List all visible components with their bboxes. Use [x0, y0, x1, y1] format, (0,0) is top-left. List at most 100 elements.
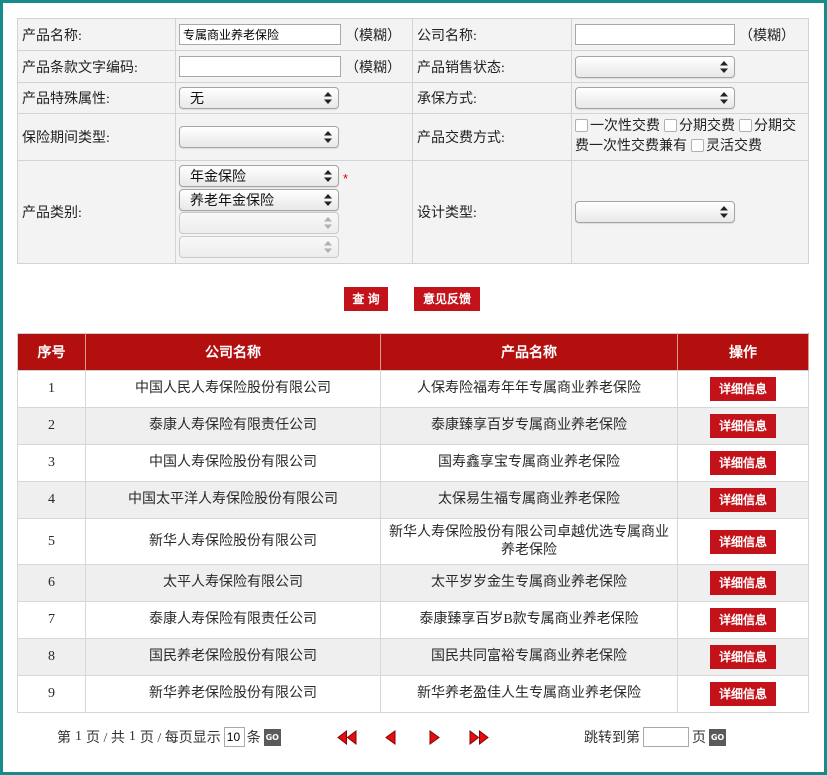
table-row: 6 太平人寿保险有限公司 太平岁岁金生专属商业养老保险 详细信息 — [17, 564, 809, 602]
payment-method-cell: 一次性交费 分期交费 分期交费一次性交费兼有 灵活交费 — [571, 113, 809, 161]
payment-option-flexible[interactable]: 灵活交费 — [691, 139, 762, 154]
row-index: 2 — [17, 407, 86, 445]
checkbox-icon[interactable] — [664, 119, 677, 132]
detail-button[interactable]: 详细信息 — [710, 682, 776, 706]
results-table: 序号 公司名称 产品名称 操作 1 中国人民人寿保险股份有限公司 人保寿险福寿年… — [17, 333, 809, 713]
category-level-4-select — [179, 235, 339, 258]
table-row: 3 中国人寿保险股份有限公司 国寿鑫享宝专属商业养老保险 详细信息 — [17, 444, 809, 482]
page-size-input[interactable] — [223, 727, 245, 747]
select-arrows-icon — [324, 92, 332, 104]
row-action-cell: 详细信息 — [677, 444, 809, 482]
select-arrows-icon — [324, 170, 332, 182]
detail-button[interactable]: 详细信息 — [710, 414, 776, 438]
last-page-icon[interactable] — [468, 729, 490, 746]
jump-page-input[interactable] — [643, 727, 689, 747]
detail-button[interactable]: 详细信息 — [710, 645, 776, 669]
payment-option-label: 分期交费 — [679, 119, 735, 134]
checkbox-icon[interactable] — [691, 139, 704, 152]
prev-page-icon[interactable] — [382, 729, 399, 746]
underwriting-method-select[interactable] — [575, 87, 735, 109]
row-product: 国民共同富裕专属商业养老保险 — [380, 638, 678, 676]
table-row: 5 新华人寿保险股份有限公司 新华人寿保险股份有限公司卓越优选专属商业养老保险 … — [17, 518, 809, 565]
payment-option-label: 一次性交费 — [590, 119, 660, 134]
product-name-fuzzy-hint: （模糊） — [345, 28, 401, 44]
page-prefix: 第 — [57, 731, 71, 746]
category-level-3-line — [179, 212, 379, 236]
page-size-go-button[interactable]: GO — [263, 728, 281, 746]
header-company: 公司名称 — [85, 333, 381, 371]
row-index: 1 — [17, 370, 86, 408]
category-level-1-select[interactable]: 年金保险 — [179, 165, 339, 187]
payment-option-installment[interactable]: 分期交费 — [664, 119, 735, 134]
product-name-input[interactable] — [179, 24, 341, 45]
form-row: 产品名称: （模糊） 公司名称: （模糊） — [17, 18, 809, 51]
row-company: 国民养老保险股份有限公司 — [85, 638, 381, 676]
category-level-2-select[interactable]: 养老年金保险 — [179, 188, 339, 211]
category-level-2-line: 养老年金保险 — [179, 188, 379, 213]
clause-code-input[interactable] — [179, 56, 341, 77]
product-name-label: 产品名称: — [17, 18, 176, 51]
pagination-info: 第 1 页 / 共 1 页 / 每页显示 条 GO — [57, 726, 281, 748]
table-row: 7 泰康人寿保险有限责任公司 泰康臻享百岁B款专属商业养老保险 详细信息 — [17, 601, 809, 639]
sale-status-select[interactable] — [575, 55, 735, 78]
row-action-cell: 详细信息 — [677, 675, 809, 713]
checkbox-icon[interactable] — [575, 119, 588, 132]
header-index: 序号 — [17, 333, 86, 371]
special-attribute-cell: 无 — [175, 82, 413, 114]
table-header-row: 序号 公司名称 产品名称 操作 — [17, 333, 809, 371]
page-frame: 产品名称: （模糊） 公司名称: （模糊） 产品条款文字编码: （模糊） 产品销… — [0, 0, 827, 775]
row-index: 6 — [17, 564, 86, 602]
row-product: 泰康臻享百岁专属商业养老保险 — [380, 407, 678, 445]
payment-method-label: 产品交费方式: — [412, 113, 572, 161]
category-label: 产品类别: — [17, 160, 176, 264]
company-name-input[interactable] — [575, 24, 735, 45]
clause-code-fuzzy-hint: （模糊） — [345, 60, 401, 76]
category-select-stack: 年金保险 * 养老年金保险 — [179, 165, 379, 259]
form-row: 产品条款文字编码: （模糊） 产品销售状态: — [17, 50, 809, 83]
period-type-select[interactable] — [179, 126, 339, 148]
row-action-cell: 详细信息 — [677, 481, 809, 519]
category-level-1-line: 年金保险 * — [179, 165, 379, 189]
detail-button[interactable]: 详细信息 — [710, 529, 776, 554]
company-name-cell: （模糊） — [571, 18, 809, 51]
company-name-label: 公司名称: — [412, 18, 572, 51]
header-action: 操作 — [677, 333, 809, 371]
table-row: 1 中国人民人寿保险股份有限公司 人保寿险福寿年年专属商业养老保险 详细信息 — [17, 370, 809, 408]
row-product: 太保易生福专属商业养老保险 — [380, 481, 678, 519]
total-pages: 1 — [128, 729, 136, 744]
sale-status-label: 产品销售状态: — [412, 50, 572, 83]
detail-button[interactable]: 详细信息 — [710, 451, 776, 475]
first-page-icon[interactable] — [336, 729, 358, 746]
detail-button[interactable]: 详细信息 — [710, 608, 776, 632]
clause-code-label: 产品条款文字编码: — [17, 50, 176, 83]
special-attribute-select[interactable]: 无 — [179, 87, 339, 109]
detail-button[interactable]: 详细信息 — [710, 377, 776, 401]
row-product: 国寿鑫享宝专属商业养老保险 — [380, 444, 678, 482]
row-company: 泰康人寿保险有限责任公司 — [85, 407, 381, 445]
page-jump: 跳转到第 页 GO — [584, 726, 726, 748]
query-button[interactable]: 查 询 — [344, 287, 388, 311]
current-page: 1 — [75, 729, 82, 744]
design-type-cell — [571, 160, 809, 264]
search-form: 产品名称: （模糊） 公司名称: （模糊） 产品条款文字编码: （模糊） 产品销… — [17, 18, 809, 264]
checkbox-icon[interactable] — [739, 119, 752, 132]
table-row: 4 中国太平洋人寿保险股份有限公司 太保易生福专属商业养老保险 详细信息 — [17, 481, 809, 519]
next-page-icon[interactable] — [426, 729, 443, 746]
sale-status-cell — [571, 50, 809, 83]
payment-option-lump-sum[interactable]: 一次性交费 — [575, 119, 660, 134]
company-name-fuzzy-hint: （模糊） — [739, 28, 795, 44]
row-index: 9 — [17, 675, 86, 713]
row-index: 8 — [17, 638, 86, 676]
row-index: 7 — [17, 601, 86, 639]
detail-button[interactable]: 详细信息 — [710, 488, 776, 512]
row-index: 3 — [17, 444, 86, 482]
row-product: 新华人寿保险股份有限公司卓越优选专属商业养老保险 — [380, 518, 678, 565]
jump-go-button[interactable]: GO — [709, 728, 726, 746]
detail-button[interactable]: 详细信息 — [710, 571, 776, 595]
select-arrows-icon — [720, 60, 728, 73]
feedback-button[interactable]: 意见反馈 — [414, 287, 480, 311]
design-type-select[interactable] — [575, 201, 735, 223]
product-name-cell: （模糊） — [175, 18, 413, 51]
row-product: 太平岁岁金生专属商业养老保险 — [380, 564, 678, 602]
row-action-cell: 详细信息 — [677, 518, 809, 565]
